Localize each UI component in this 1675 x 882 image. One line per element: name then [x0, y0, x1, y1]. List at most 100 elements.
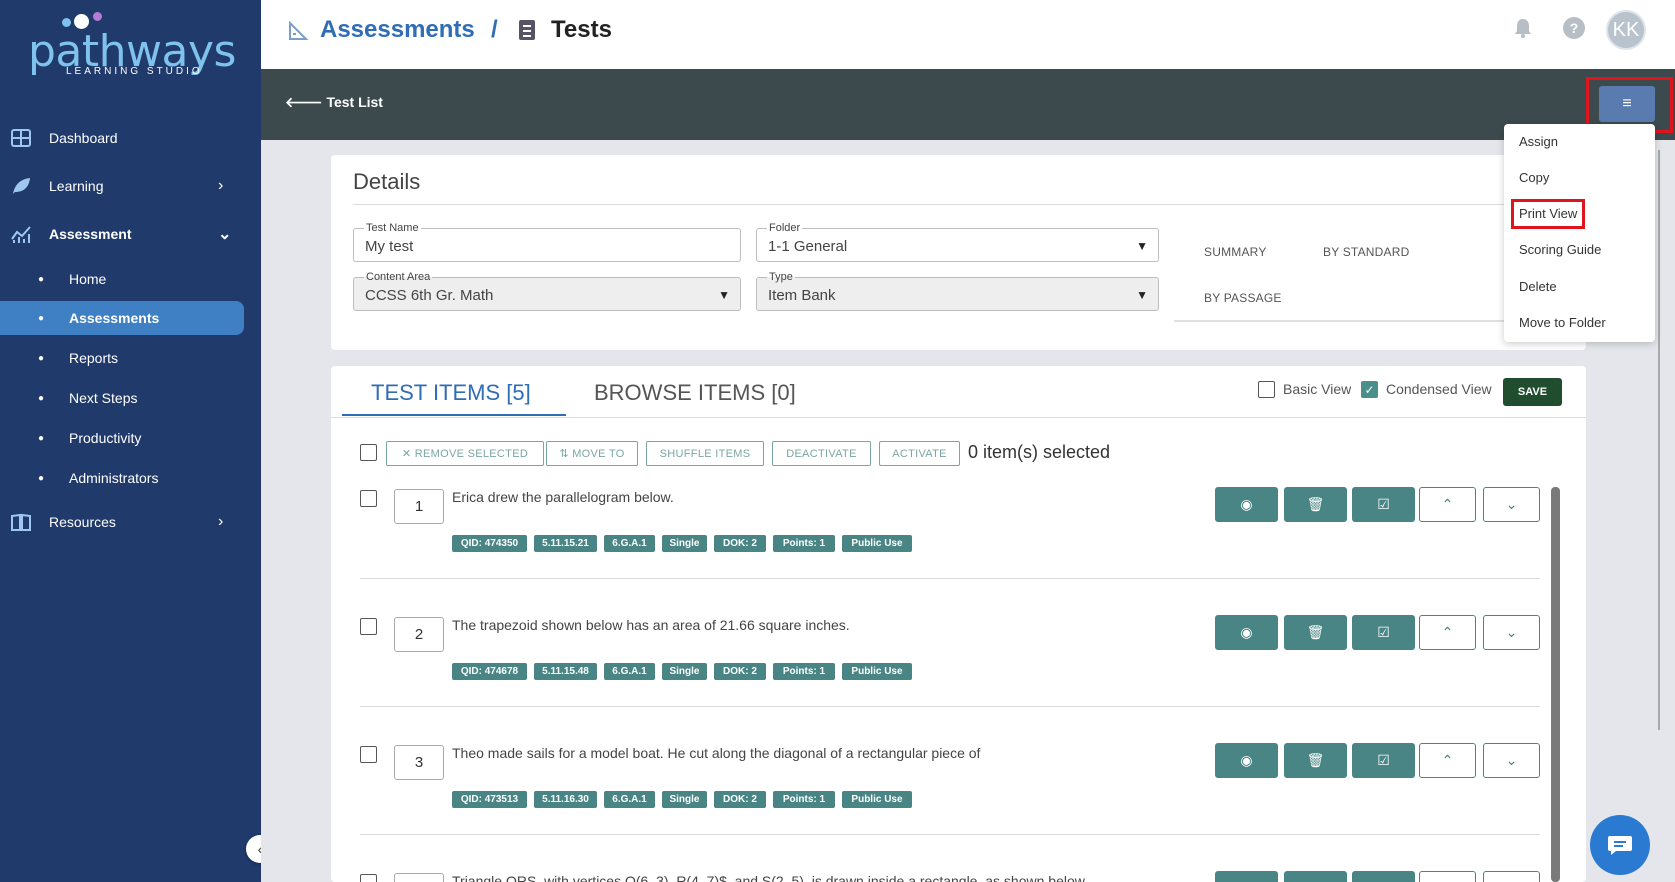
basic-view-checkbox[interactable]	[1258, 381, 1275, 398]
folder-value: 1-1 General	[768, 238, 848, 255]
breadcrumb-assessments[interactable]: Assessments	[320, 16, 475, 44]
move-up-button[interactable]: ⌃	[1419, 615, 1476, 650]
avatar[interactable]: KK	[1606, 10, 1646, 50]
remove-selected-button[interactable]: ✕ REMOVE SELECTED	[386, 441, 544, 466]
question-number[interactable]: 3	[394, 745, 444, 780]
question-action-button[interactable]	[1215, 871, 1278, 882]
activate-button[interactable]: ACTIVATE	[879, 441, 960, 466]
help-icon[interactable]: ?	[1562, 16, 1586, 40]
menu-item-scoring-guide[interactable]: Scoring Guide	[1519, 242, 1601, 257]
question-action-button[interactable]	[1284, 871, 1347, 882]
sidebar-item-learning[interactable]: Learning ›	[0, 166, 261, 206]
tab-test-items[interactable]: TEST ITEMS [5]	[371, 380, 531, 406]
question-action-button[interactable]	[1483, 871, 1540, 882]
menu-item-move-to-folder[interactable]: Move to Folder	[1519, 315, 1606, 330]
chat-button[interactable]	[1590, 815, 1650, 875]
test-name-field[interactable]: Test Name My test	[353, 221, 741, 262]
tab-by-standard[interactable]: BY STANDARD	[1323, 245, 1409, 259]
type-select[interactable]: Type Item Bank ▼	[756, 270, 1159, 311]
move-to-button[interactable]: ⇅ MOVE TO	[546, 441, 638, 466]
row-divider	[360, 706, 1540, 707]
sidebar-item-resources[interactable]: Resources ›	[0, 502, 261, 542]
type-value: Item Bank	[768, 287, 836, 304]
question-checkbox[interactable]	[360, 490, 377, 507]
sidebar: pathways LEARNING STUDIO Dashboard Learn…	[0, 0, 261, 882]
preview-button[interactable]: ◉	[1215, 615, 1278, 650]
items-scrollbar[interactable]	[1551, 487, 1560, 882]
move-down-button[interactable]: ⌄	[1483, 487, 1540, 522]
caret-down-icon: ▼	[718, 288, 730, 302]
chevron-right-icon: ›	[218, 177, 224, 194]
bullet-icon: ●	[38, 432, 45, 444]
question-tag: 5.11.15.21	[534, 535, 597, 552]
question-number[interactable]: 4	[394, 873, 444, 882]
row-divider	[360, 834, 1540, 835]
question-number[interactable]: 2	[394, 617, 444, 652]
question-checkbox[interactable]	[360, 618, 377, 635]
question-tag: DOK: 2	[714, 663, 766, 680]
divider	[353, 204, 1586, 205]
actions-dropdown-menu: Assign Copy Print View Scoring Guide Del…	[1504, 124, 1655, 342]
move-up-button[interactable]: ⌃	[1419, 743, 1476, 778]
sidebar-item-dashboard[interactable]: Dashboard	[0, 118, 261, 158]
move-down-button[interactable]: ⌄	[1483, 615, 1540, 650]
delete-button[interactable]: 🗑	[1284, 615, 1347, 650]
question-action-button[interactable]	[1352, 871, 1415, 882]
test-name-label: Test Name	[364, 221, 421, 235]
toggle-active-button[interactable]: ☑	[1352, 487, 1415, 522]
shuffle-items-button[interactable]: SHUFFLE ITEMS	[646, 441, 764, 466]
back-to-test-list-link[interactable]: 🡐 Test List	[285, 94, 383, 111]
question-tag: 6.G.A.1	[604, 663, 655, 680]
question-checkbox[interactable]	[360, 874, 377, 882]
deactivate-button[interactable]: DEACTIVATE	[772, 441, 871, 466]
bell-icon[interactable]	[1511, 16, 1535, 40]
check-square-icon: ☑	[1377, 752, 1390, 768]
question-tag: QID: 474678	[452, 663, 527, 680]
sidebar-subitem-label: Administrators	[69, 470, 159, 486]
preview-button[interactable]: ◉	[1215, 743, 1278, 778]
menu-item-copy[interactable]: Copy	[1519, 170, 1549, 185]
preview-button[interactable]: ◉	[1215, 487, 1278, 522]
sidebar-item-label: Assessment	[49, 226, 132, 242]
sidebar-item-assessment[interactable]: Assessment ⌄	[0, 214, 261, 254]
divider	[331, 417, 1586, 418]
condensed-view-checkbox[interactable]: ✓	[1361, 381, 1378, 398]
content-area-value: CCSS 6th Gr. Math	[365, 287, 494, 304]
question-text: Triangle QRS, with vertices Q(6, 3), R(4…	[452, 873, 1088, 882]
toggle-active-button[interactable]: ☑	[1352, 743, 1415, 778]
folder-select[interactable]: Folder 1-1 General ▼	[756, 221, 1159, 262]
eye-icon: ◉	[1240, 752, 1253, 768]
content-area-label: Content Area	[364, 270, 433, 284]
sidebar-subitem-productivity[interactable]: ● Productivity	[0, 421, 261, 455]
delete-button[interactable]: 🗑	[1284, 743, 1347, 778]
question-tag: Single	[662, 535, 707, 552]
move-down-button[interactable]: ⌄	[1483, 743, 1540, 778]
question-tag: Single	[662, 663, 707, 680]
delete-button[interactable]: 🗑	[1284, 487, 1347, 522]
question-action-button[interactable]	[1419, 871, 1476, 882]
content-area-select[interactable]: Content Area CCSS 6th Gr. Math ▼	[353, 270, 741, 311]
tab-browse-items[interactable]: BROWSE ITEMS [0]	[594, 380, 796, 406]
sidebar-item-label: Resources	[49, 514, 116, 530]
sidebar-subitem-home[interactable]: ● Home	[0, 262, 261, 296]
tab-by-passage[interactable]: BY PASSAGE	[1204, 291, 1282, 305]
sidebar-subitem-assessments[interactable]: ● Assessments	[0, 301, 244, 335]
menu-item-assign[interactable]: Assign	[1519, 134, 1558, 149]
question-number[interactable]: 1	[394, 489, 444, 524]
pathways-logo[interactable]: pathways LEARNING STUDIO	[28, 10, 236, 80]
menu-item-delete[interactable]: Delete	[1519, 279, 1557, 294]
details-card: Details Test Name My test Folder 1-1 Gen…	[331, 155, 1586, 350]
sidebar-subitem-reports[interactable]: ● Reports	[0, 341, 261, 375]
question-checkbox[interactable]	[360, 746, 377, 763]
tab-active-underline	[342, 414, 566, 416]
save-button[interactable]: SAVE	[1503, 378, 1562, 406]
trash-icon: 🗑	[1306, 752, 1325, 768]
page-scrollbar[interactable]	[1658, 150, 1660, 730]
toggle-active-button[interactable]: ☑	[1352, 615, 1415, 650]
chevron-up-icon: ⌃	[1441, 752, 1454, 768]
sidebar-subitem-next-steps[interactable]: ● Next Steps	[0, 381, 261, 415]
tab-summary[interactable]: SUMMARY	[1204, 245, 1267, 259]
sidebar-subitem-administrators[interactable]: ● Administrators	[0, 461, 261, 495]
select-all-checkbox[interactable]	[360, 444, 377, 461]
move-up-button[interactable]: ⌃	[1419, 487, 1476, 522]
